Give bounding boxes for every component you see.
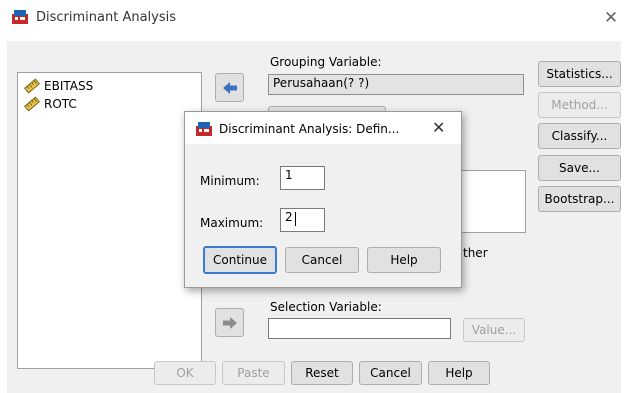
reset-button[interactable]: Reset	[291, 361, 353, 385]
maximum-field[interactable]: 2	[280, 208, 325, 232]
variable-name: ROTC	[44, 97, 77, 111]
maximum-value: 2	[285, 210, 293, 224]
ok-button[interactable]: OK	[154, 361, 216, 385]
move-to-selection-button[interactable]	[215, 308, 244, 337]
bootstrap-button[interactable]: Bootstrap...	[538, 186, 621, 212]
list-item[interactable]: ROTC	[24, 96, 77, 112]
maximum-label: Maximum:	[200, 216, 264, 230]
dialog-help-button[interactable]: Help	[367, 247, 441, 273]
independents-list[interactable]	[458, 170, 526, 233]
arrow-left-icon	[222, 81, 237, 94]
scale-variable-icon	[24, 78, 40, 94]
text-cursor	[295, 212, 296, 226]
help-button[interactable]: Help	[428, 361, 490, 385]
selection-variable-label: Selection Variable:	[270, 300, 382, 314]
define-range-title: Discriminant Analysis: Defin...	[219, 122, 400, 136]
statistics-button[interactable]: Statistics...	[538, 61, 621, 87]
window-title: Discriminant Analysis	[36, 10, 177, 25]
minimum-value: 1	[285, 168, 293, 182]
move-to-grouping-button[interactable]	[215, 73, 244, 102]
save-button[interactable]: Save...	[538, 155, 621, 181]
discriminant-analysis-window: Discriminant Analysis ✕ EBITASS ROTC Gro…	[0, 0, 628, 393]
method-button[interactable]: Method...	[538, 92, 621, 118]
paste-button[interactable]: Paste	[222, 361, 285, 385]
use-stepwise-option-label: ther	[463, 246, 488, 260]
grouping-variable-label: Grouping Variable:	[270, 55, 382, 69]
scale-variable-icon	[24, 96, 40, 112]
minimum-label: Minimum:	[200, 174, 260, 188]
source-variable-list[interactable]: EBITASS ROTC	[17, 72, 202, 369]
minimum-field[interactable]: 1	[280, 166, 325, 190]
title-bar[interactable]: Discriminant Analysis ✕	[0, 0, 628, 34]
spss-dialog-icon	[12, 10, 28, 24]
close-icon[interactable]: ✕	[598, 6, 624, 30]
define-range-dialog: Discriminant Analysis: Defin... ✕ Minimu…	[184, 111, 462, 288]
cancel-button[interactable]: Cancel	[359, 361, 422, 385]
list-item[interactable]: EBITASS	[24, 78, 93, 94]
classify-button[interactable]: Classify...	[538, 123, 621, 149]
close-icon[interactable]: ✕	[432, 118, 445, 137]
arrow-right-icon	[222, 316, 237, 329]
selection-variable-field[interactable]	[268, 318, 451, 339]
continue-button[interactable]: Continue	[203, 246, 277, 274]
define-range-title-bar[interactable]: Discriminant Analysis: Defin... ✕	[185, 112, 461, 144]
value-button[interactable]: Value...	[463, 318, 525, 342]
spss-dialog-icon	[196, 122, 212, 136]
dialog-cancel-button[interactable]: Cancel	[285, 247, 359, 273]
grouping-variable-field[interactable]: Perusahaan(? ?)	[268, 74, 524, 95]
variable-name: EBITASS	[44, 79, 94, 93]
